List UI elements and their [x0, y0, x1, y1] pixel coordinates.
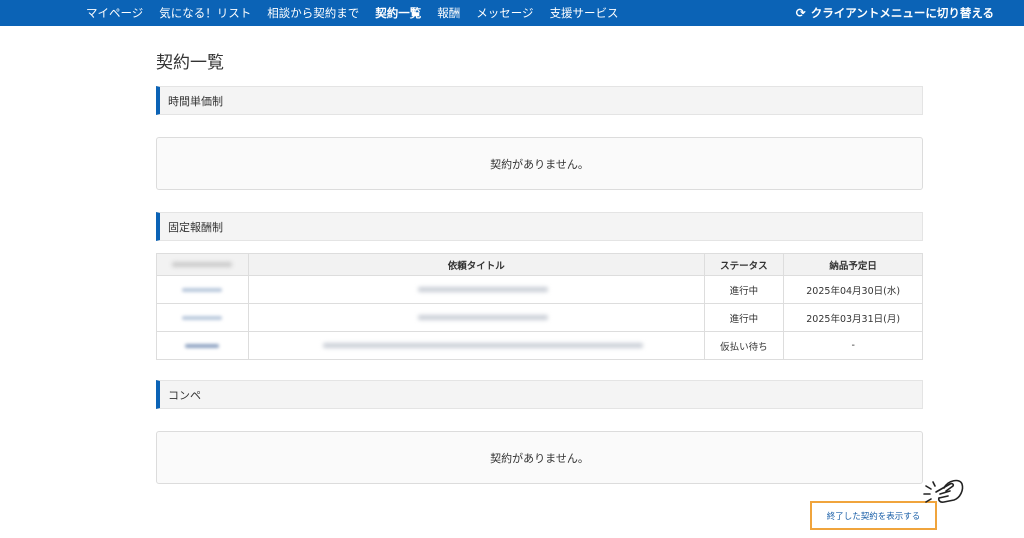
nav-item-support[interactable]: 支援サービス: [542, 0, 627, 26]
show-ended-contracts-link[interactable]: 終了した契約を表示する: [810, 501, 937, 530]
column-header-title: 依頼タイトル: [247, 253, 705, 276]
show-ended-contracts-label: 終了した契約を表示する: [826, 511, 921, 522]
client-cell[interactable]: [156, 303, 249, 332]
nav-item-favorites[interactable]: 気になる！リスト: [151, 0, 259, 26]
table-header-row: 依頼タイトル ステータス 納品予定日: [156, 253, 923, 276]
page-title: 契約一覧: [156, 53, 224, 73]
blurred-title: [418, 287, 549, 292]
switch-client-menu-link[interactable]: ⟳ クライアントメニューに切り替える: [796, 0, 994, 26]
empty-message-compe: 契約がありません。: [156, 431, 923, 484]
top-nav: マイページ 気になる！リスト 相談から契約まで 契約一覧 報酬 メッセージ 支援…: [0, 0, 1024, 26]
section-title-fixed: 固定報酬制: [168, 220, 223, 234]
empty-message-hourly: 契約がありません。: [156, 137, 923, 190]
due-date-cell: 2025年04月30日(水): [783, 275, 923, 304]
status-cell: 進行中: [703, 303, 785, 332]
title-cell[interactable]: [247, 303, 705, 332]
section-title-hourly: 時間単価制: [168, 94, 223, 108]
blurred-client-name: [182, 316, 223, 320]
client-cell[interactable]: [156, 275, 249, 304]
column-header-status: ステータス: [703, 253, 785, 276]
column-header-due-date: 納品予定日: [783, 253, 923, 276]
table-row[interactable]: 仮払い待ち -: [156, 331, 923, 360]
blurred-title: [323, 343, 644, 348]
section-header-hourly: 時間単価制: [156, 86, 923, 115]
table-row[interactable]: 進行中 2025年03月31日(月): [156, 303, 923, 332]
section-header-compe: コンペ: [156, 380, 923, 409]
switch-client-menu-label: クライアントメニューに切り替える: [810, 6, 994, 20]
status-cell: 仮払い待ち: [703, 331, 785, 360]
nav-menu: マイページ 気になる！リスト 相談から契約まで 契約一覧 報酬 メッセージ 支援…: [78, 0, 627, 26]
blurred-client-name: [182, 288, 223, 292]
blurred-title: [418, 315, 549, 320]
table-row[interactable]: 進行中 2025年04月30日(水): [156, 275, 923, 304]
due-date-cell: -: [783, 331, 923, 360]
refresh-icon: ⟳: [795, 6, 806, 20]
column-header-client: [156, 253, 249, 276]
blurred-client-name: [185, 344, 220, 348]
client-cell[interactable]: [156, 331, 249, 360]
nav-item-contracts[interactable]: 契約一覧: [367, 0, 429, 26]
nav-item-rewards[interactable]: 報酬: [429, 0, 468, 26]
title-cell[interactable]: [247, 331, 705, 360]
pointing-hand-icon: [923, 479, 964, 503]
section-title-compe: コンペ: [168, 388, 201, 402]
nav-item-consult-to-contract[interactable]: 相談から契約まで: [259, 0, 367, 26]
due-date-cell: 2025年03月31日(月): [783, 303, 923, 332]
blurred-header: [172, 262, 233, 267]
empty-message-compe-text: 契約がありません。: [490, 451, 589, 465]
fixed-contracts-table: 依頼タイトル ステータス 納品予定日 進行中 2025年04月30日(水) 進行…: [156, 253, 923, 360]
nav-item-messages[interactable]: メッセージ: [468, 0, 541, 26]
status-cell: 進行中: [703, 275, 785, 304]
nav-item-mypage[interactable]: マイページ: [78, 0, 151, 26]
empty-message-hourly-text: 契約がありません。: [490, 157, 589, 171]
title-cell[interactable]: [247, 275, 705, 304]
section-header-fixed: 固定報酬制: [156, 212, 923, 241]
